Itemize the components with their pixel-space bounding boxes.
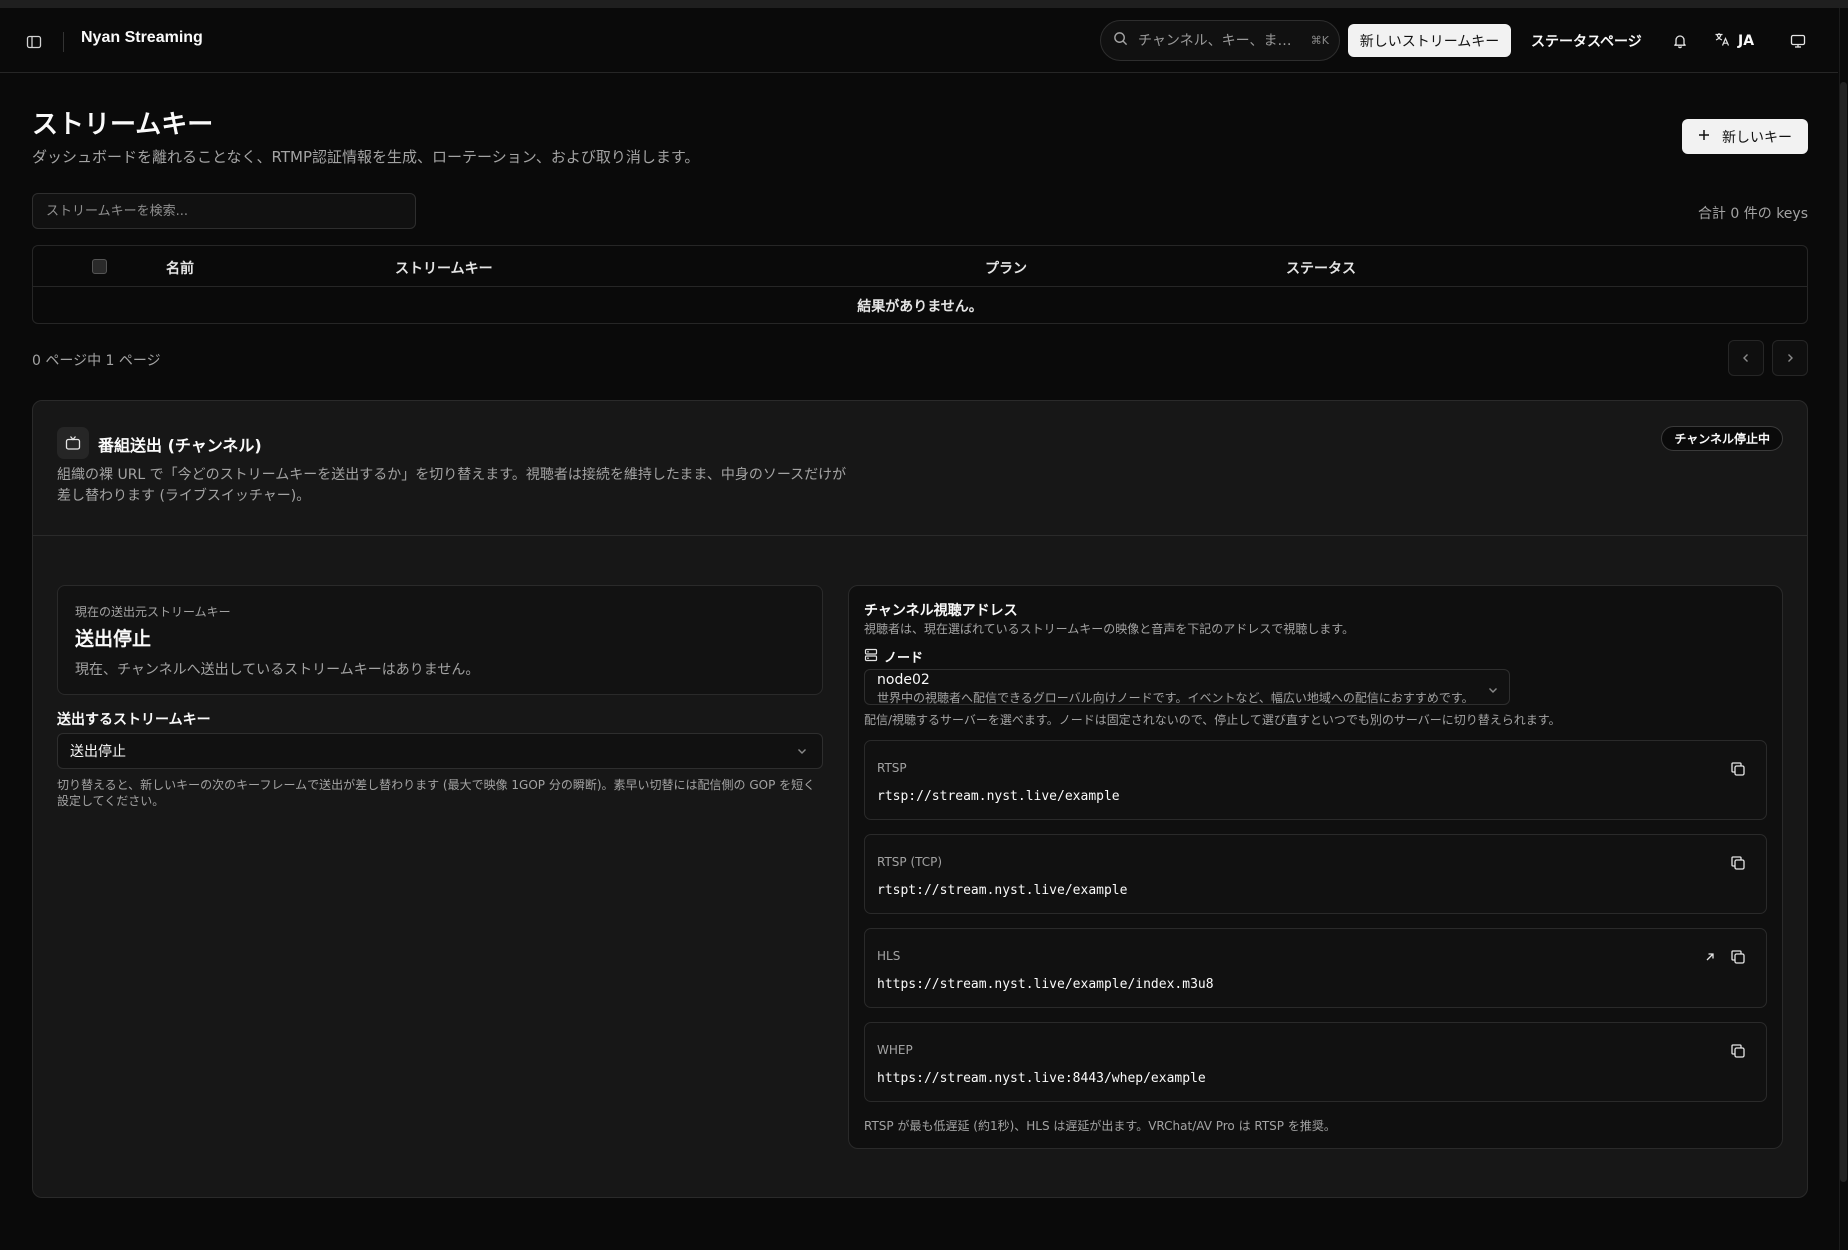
addresses-subtitle: 視聴者は、現在選ばれているストリームキーの映像と音声を下記のアドレスで視聴します… (864, 622, 1355, 636)
channel-card-description: 組織の裸 URL で「今どのストリームキーを送出するか」を切り替えます。視聴者は… (57, 467, 847, 504)
total-count: 合計 0 件の keys (1697, 206, 1808, 222)
scrollbar-thumb[interactable] (1840, 82, 1847, 1182)
node-help: 配信/視聴するサーバーを選べます。ノードは固定されないので、停止して選び直すとい… (864, 713, 1561, 727)
copy-icon[interactable] (1728, 759, 1748, 779)
current-source-note: 現在、チャンネルへ送出しているストリームキーはありません。 (75, 662, 480, 678)
scrollbar-track[interactable] (1839, 8, 1848, 1250)
global-search[interactable]: ⌘K (1100, 20, 1340, 61)
current-source-label: 現在の送出元ストリームキー (75, 605, 231, 619)
channel-card-title: 番組送出 (チャンネル) (98, 436, 262, 455)
node-description: 世界中の視聴者へ配信できるグローバル向けノードです。イベントなど、幅広い地域への… (877, 691, 1474, 705)
channel-addresses-panel: チャンネル視聴アドレス 視聴者は、現在選ばれているストリームキーの映像と音声を下… (848, 585, 1783, 1149)
bell-icon[interactable] (1669, 30, 1691, 52)
source-select-help: 切り替えると、新しいキーの次のキーフレームで送出が差し替わります (最大で映像 … (57, 778, 816, 808)
addresses-title: チャンネル視聴アドレス (864, 603, 1018, 619)
pagination-info: 0 ページ中 1 ページ (32, 353, 161, 369)
source-select-value: 送出停止 (70, 744, 126, 760)
url-card-whep: WHEP https://stream.nyst.live:8443/whep/… (864, 1022, 1767, 1102)
url-card-rtsp-tcp: RTSP (TCP) rtspt://stream.nyst.live/exam… (864, 834, 1767, 914)
column-header-plan[interactable]: プラン (985, 258, 1027, 278)
column-header-stream-key[interactable]: ストリームキー (395, 258, 493, 278)
channel-card-header: 番組送出 (チャンネル) 組織の裸 URL で「今どのストリームキーを送出するか… (33, 401, 1807, 536)
page-subtitle: ダッシュボードを離れることなく、RTMP認証情報を生成、ローテーション、および取… (32, 148, 700, 166)
status-page-link[interactable]: ステータスページ (1531, 31, 1642, 51)
url-value[interactable]: https://stream.nyst.live:8443/whep/examp… (877, 1071, 1206, 1086)
monitor-icon[interactable] (1787, 30, 1809, 52)
node-select[interactable]: node02 世界中の視聴者へ配信できるグローバル向けノードです。イベントなど、… (864, 669, 1510, 705)
plus-icon (1698, 129, 1710, 145)
channel-status-badge: チャンネル停止中 (1661, 426, 1783, 451)
language-code: JA (1738, 33, 1755, 49)
url-protocol: RTSP (877, 761, 907, 775)
translate-icon (1714, 31, 1730, 51)
copy-icon[interactable] (1728, 853, 1748, 873)
url-card-hls: HLS https://stream.nyst.live/example/ind… (864, 928, 1767, 1008)
new-key-button[interactable]: 新しいキー (1682, 119, 1808, 154)
select-all-checkbox[interactable] (92, 259, 107, 274)
search-shortcut: ⌘K (1310, 34, 1329, 47)
header-divider (63, 32, 64, 52)
copy-icon[interactable] (1728, 947, 1748, 967)
language-switcher[interactable]: JA (1714, 28, 1754, 54)
previous-page-button[interactable] (1728, 340, 1764, 376)
stream-key-search-input[interactable] (32, 193, 416, 229)
empty-results-row: 結果がありません。 (857, 298, 983, 315)
node-label-text: ノード (884, 651, 924, 666)
new-key-label: 新しいキー (1722, 129, 1792, 146)
page-title: ストリームキー (32, 110, 214, 140)
next-page-button[interactable] (1772, 340, 1808, 376)
chevron-down-icon (796, 745, 808, 761)
url-protocol: HLS (877, 949, 901, 963)
column-header-status[interactable]: ステータス (1286, 258, 1356, 278)
addresses-note: RTSP が最も低遅延 (約1秒)、HLS は遅延が出ます。VRChat/AV … (864, 1119, 1336, 1133)
top-header: Nyan Streaming ⌘K 新しいストリームキー ステータスページ JA (0, 8, 1838, 73)
column-header-name[interactable]: 名前 (166, 258, 194, 278)
source-stream-key-select[interactable]: 送出停止 (57, 733, 823, 769)
search-icon (1113, 31, 1128, 50)
url-protocol: RTSP (TCP) (877, 855, 943, 869)
current-source-value: 送出停止 (75, 628, 152, 650)
new-stream-key-button[interactable]: 新しいストリームキー (1348, 24, 1511, 57)
node-label: ノード (864, 647, 923, 666)
chevron-left-icon (1740, 349, 1752, 368)
current-source-panel: 現在の送出元ストリームキー 送出停止 現在、チャンネルへ送出しているストリームキ… (57, 585, 823, 695)
url-value[interactable]: rtsp://stream.nyst.live/example (877, 789, 1120, 804)
url-value[interactable]: https://stream.nyst.live/example/index.m… (877, 977, 1214, 992)
source-select-label: 送出するストリームキー (57, 712, 211, 728)
chevron-right-icon (1784, 349, 1796, 368)
url-card-rtsp: RTSP rtsp://stream.nyst.live/example (864, 740, 1767, 820)
chevron-down-icon (1487, 681, 1499, 700)
app-title: Nyan Streaming (81, 29, 203, 46)
window-top-strip (0, 0, 1848, 8)
table-header: 名前 ストリームキー プラン ステータス (33, 246, 1807, 287)
stream-keys-table: 名前 ストリームキー プラン ステータス 結果がありません。 (32, 245, 1808, 324)
url-protocol: WHEP (877, 1043, 913, 1057)
sidebar-toggle-icon[interactable] (22, 30, 46, 54)
node-name: node02 (877, 672, 930, 688)
tv-icon (57, 427, 89, 459)
external-link-icon[interactable] (1700, 947, 1720, 967)
url-value[interactable]: rtspt://stream.nyst.live/example (877, 883, 1127, 898)
server-icon (864, 648, 878, 666)
channel-broadcast-card: 番組送出 (チャンネル) 組織の裸 URL で「今どのストリームキーを送出するか… (32, 400, 1808, 1198)
copy-icon[interactable] (1728, 1041, 1748, 1061)
global-search-input[interactable] (1138, 32, 1298, 49)
